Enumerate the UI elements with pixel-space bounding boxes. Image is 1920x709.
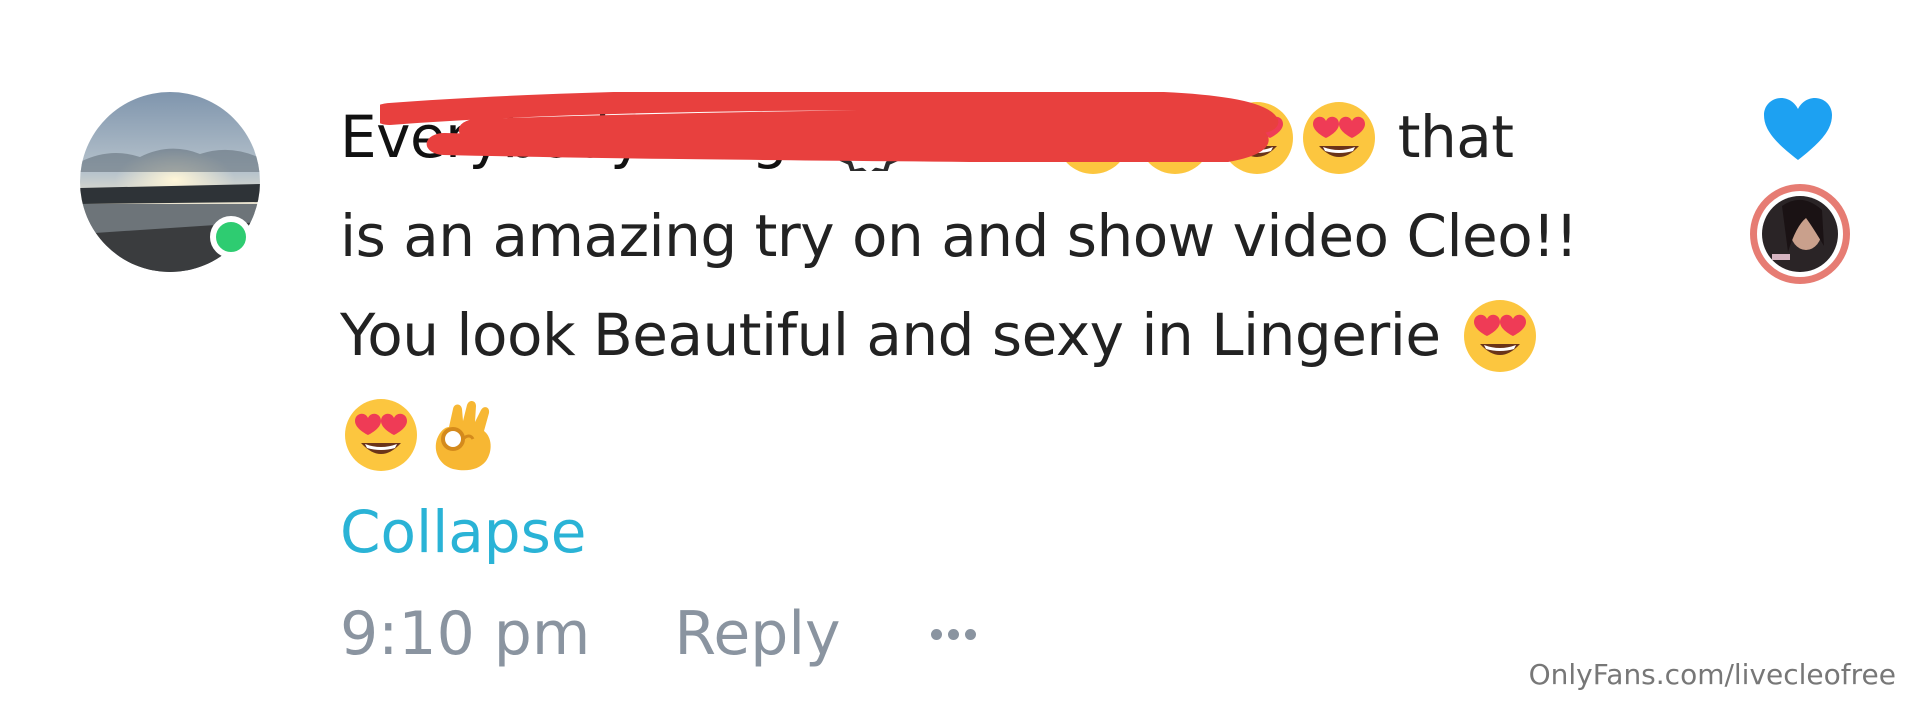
comment-text-line-2: is an amazing try on and show video Cleo…	[340, 202, 1578, 270]
heart-eyes-emoji	[1299, 98, 1379, 178]
comment-screen: Everybodyoungel Wow that is an amazing t…	[0, 0, 1920, 709]
heart-eyes-emoji	[1217, 98, 1297, 178]
creator-avatar-image	[1762, 196, 1838, 272]
ok-hand-emoji	[423, 395, 503, 475]
more-dots-icon[interactable]	[930, 628, 976, 640]
username-wrapper[interactable]: Everybodyoungel	[340, 88, 1279, 187]
comment-line-1: Everybodyoungel Wow that	[340, 88, 1680, 187]
heart-eyes-emoji	[1460, 296, 1540, 376]
heart-icon[interactable]	[1762, 96, 1834, 164]
commenter-username[interactable]: Everybodyoungel	[340, 103, 839, 171]
comment-text-that: that	[1397, 103, 1514, 171]
heart-eyes-emoji	[1135, 98, 1215, 178]
verified-badge-icon	[836, 107, 903, 171]
comment-line-2: is an amazing try on and show video Cleo…	[340, 187, 1680, 286]
comment-text-line-3: You look Beautiful and sexy in Lingerie	[340, 301, 1441, 369]
liked-by-creator-avatar[interactable]	[1750, 184, 1850, 284]
comment-text-wow: Wow	[916, 103, 1052, 171]
watermark-text: OnlyFans.com/livecleofree	[1528, 658, 1896, 691]
online-status-indicator	[210, 216, 252, 258]
comment-body: Everybodyoungel Wow that is an amazing t…	[340, 88, 1680, 484]
collapse-link[interactable]: Collapse	[340, 498, 586, 566]
reply-button[interactable]: Reply	[674, 599, 840, 669]
comment-meta-row: 9:10 pm Reply	[340, 594, 976, 674]
heart-eyes-emoji	[341, 395, 421, 475]
heart-eyes-emoji	[1053, 98, 1133, 178]
comment-line-3: You look Beautiful and sexy in Lingerie	[340, 286, 1680, 385]
comment-timestamp: 9:10 pm	[340, 599, 591, 669]
comment-line-4	[340, 385, 1680, 484]
